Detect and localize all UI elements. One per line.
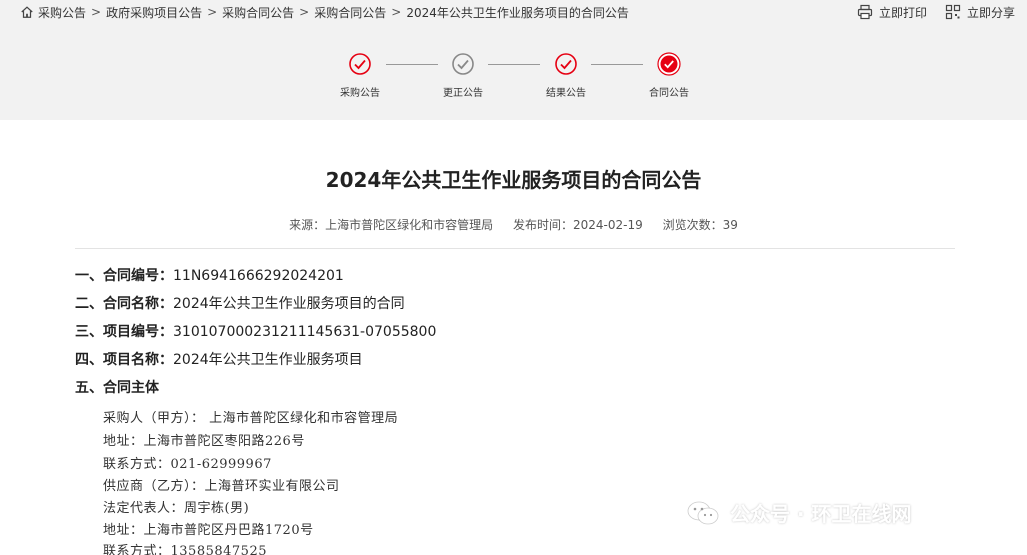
meta-divider (75, 248, 955, 249)
step-contract-notice[interactable]: 合同公告 (629, 48, 709, 99)
page-actions: 立即打印 立即分享 (839, 4, 1015, 21)
wechat-icon (687, 501, 719, 524)
step-label: 更正公告 (443, 88, 483, 99)
section-project-number: 三、项目编号：310107000231211145631-07055800 (75, 321, 436, 341)
article-title: 2024年公共卫生作业服务项目的合同公告 (325, 168, 702, 192)
watermark-text: 公众号 · 环卫在线网 (730, 502, 912, 526)
print-button[interactable]: 立即打印 (857, 4, 927, 21)
breadcrumb-separator: > (207, 5, 218, 19)
top-bar: 采购公告 > 政府采购项目公告 > 采购合同公告 > 采购合同公告 > 2024… (0, 0, 1027, 24)
breadcrumb: 采购公告 > 政府采购项目公告 > 采购合同公告 > 采购合同公告 > 2024… (20, 4, 629, 21)
print-label: 立即打印 (878, 5, 927, 20)
check-circle-icon (349, 53, 371, 75)
step-label: 采购公告 (340, 88, 380, 99)
section-value: 310107000231211145631-07055800 (173, 324, 437, 340)
breadcrumb-separator: > (91, 5, 102, 19)
step-correction-notice[interactable]: 更正公告 (423, 48, 503, 99)
breadcrumb-separator: > (391, 5, 402, 19)
breadcrumb-item-contract-notice-2[interactable]: 采购合同公告 (314, 4, 386, 21)
section-value: 2024年公共卫生作业服务项目的合同 (173, 296, 405, 312)
step-label: 合同公告 (649, 88, 689, 99)
breadcrumb-separator: > (299, 5, 310, 19)
section-heading: 五、合同主体 (75, 380, 159, 396)
article-card: 2024年公共卫生作业服务项目的合同公告 来源：上海市普陀区绿化和市容管理局 发… (0, 120, 1027, 555)
detail-supplier-address: 地址：上海市普陀区丹巴路1720号 (103, 523, 314, 538)
article-views: 浏览次数：39 (662, 218, 738, 232)
breadcrumb-item-contract-notice-1[interactable]: 采购合同公告 (222, 4, 294, 21)
section-heading: 四、项目名称： (75, 352, 173, 368)
share-label: 立即分享 (966, 5, 1015, 20)
watermark: 公众号 · 环卫在线网 (686, 498, 912, 527)
detail-legal-representative: 法定代表人：周宇栋(男) (103, 501, 250, 516)
share-button[interactable]: 立即分享 (945, 4, 1015, 21)
section-heading: 一、合同编号： (75, 268, 173, 284)
detail-purchaser-contact: 联系方式：021-62999967 (103, 457, 272, 472)
article-source: 来源：上海市普陀区绿化和市容管理局 (289, 218, 494, 232)
detail-purchaser-address: 地址：上海市普陀区枣阳路226号 (103, 434, 305, 449)
section-heading: 二、合同名称： (75, 296, 173, 312)
detail-supplier-contact: 联系方式：13585847525 (103, 544, 267, 555)
section-project-name: 四、项目名称：2024年公共卫生作业服务项目 (75, 349, 363, 369)
breadcrumb-item-gov-project-notice[interactable]: 政府采购项目公告 (106, 4, 202, 21)
section-contract-name: 二、合同名称：2024年公共卫生作业服务项目的合同 (75, 293, 405, 313)
breadcrumb-item-procurement-notice[interactable]: 采购公告 (38, 4, 86, 21)
breadcrumb-item-current: 2024年公共卫生作业服务项目的合同公告 (406, 5, 629, 20)
detail-supplier: 供应商（乙方）：上海普环实业有限公司 (103, 479, 340, 494)
section-contract-number: 一、合同编号：11N6941666292024201 (75, 265, 344, 285)
section-contract-parties: 五、合同主体 (75, 377, 159, 397)
article-meta: 来源：上海市普陀区绿化和市容管理局 发布时间：2024-02-19 浏览次数：3… (0, 216, 1027, 233)
step-result-notice[interactable]: 结果公告 (526, 48, 606, 99)
step-procurement-notice[interactable]: 采购公告 (320, 48, 400, 99)
section-value: 2024年公共卫生作业服务项目 (173, 352, 363, 368)
check-circle-filled-icon (657, 52, 681, 76)
step-label: 结果公告 (546, 88, 586, 99)
notice-progress-steps: 采购公告 更正公告 结果公告 合同公告 (0, 48, 1027, 108)
check-circle-icon (452, 53, 474, 75)
home-icon[interactable] (20, 5, 34, 19)
printer-icon (857, 4, 873, 20)
section-value: 11N6941666292024201 (173, 268, 344, 284)
detail-purchaser: 采购人（甲方）： 上海市普陀区绿化和市容管理局 (103, 411, 399, 426)
article-publish-time: 发布时间：2024-02-19 (512, 218, 643, 232)
check-circle-icon (555, 53, 577, 75)
section-heading: 三、项目编号： (75, 324, 173, 340)
qr-code-icon (945, 4, 961, 20)
